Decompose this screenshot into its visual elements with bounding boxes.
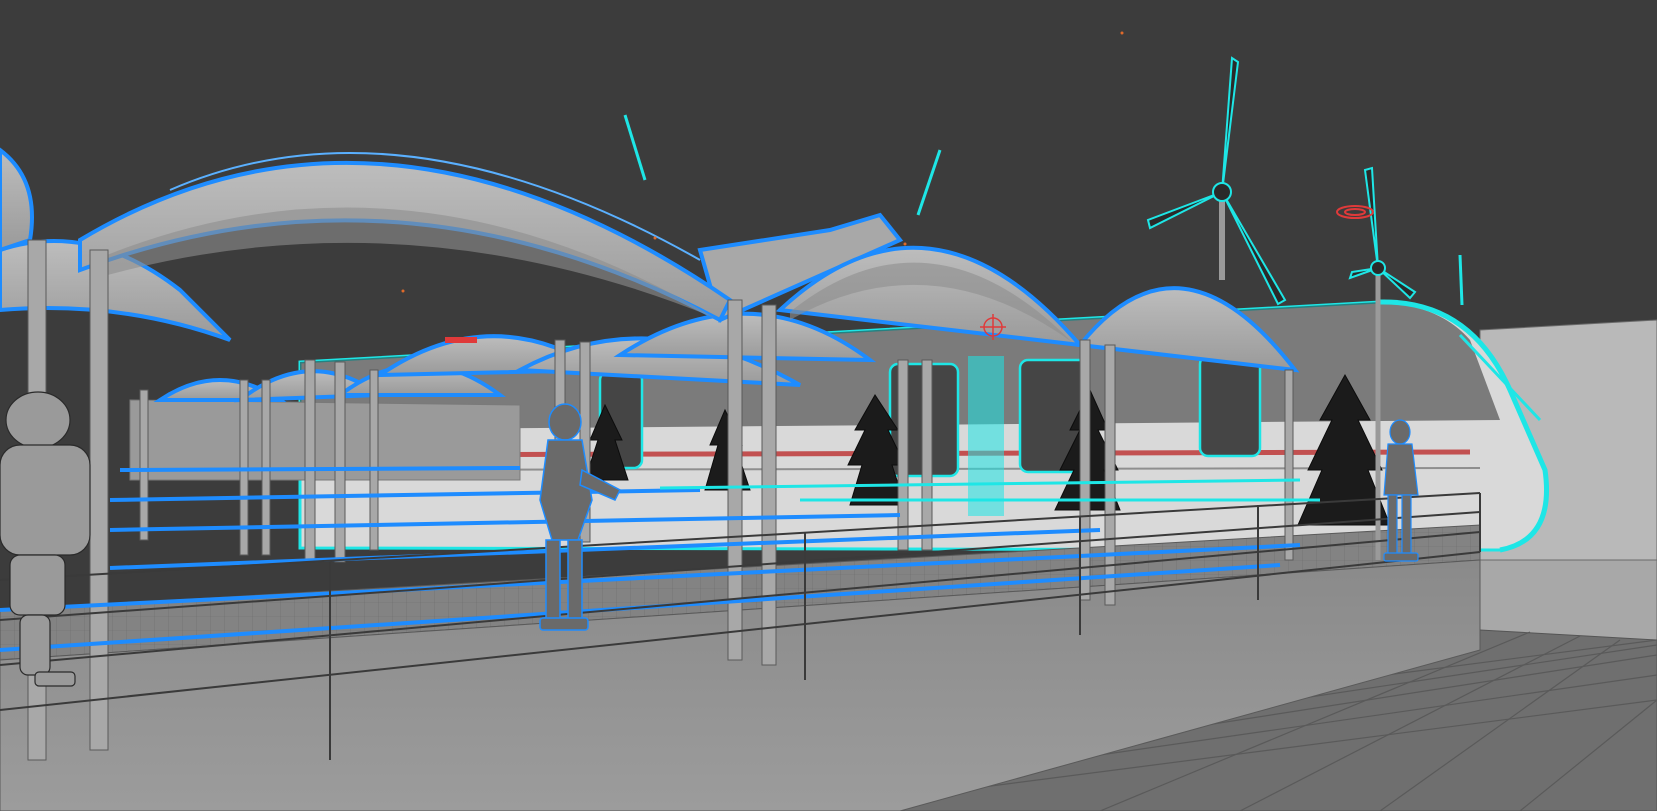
3d-viewport[interactable] — [0, 0, 1657, 811]
viewport-canvas[interactable] — [0, 0, 1657, 811]
light-marker-icon[interactable] — [445, 337, 477, 343]
